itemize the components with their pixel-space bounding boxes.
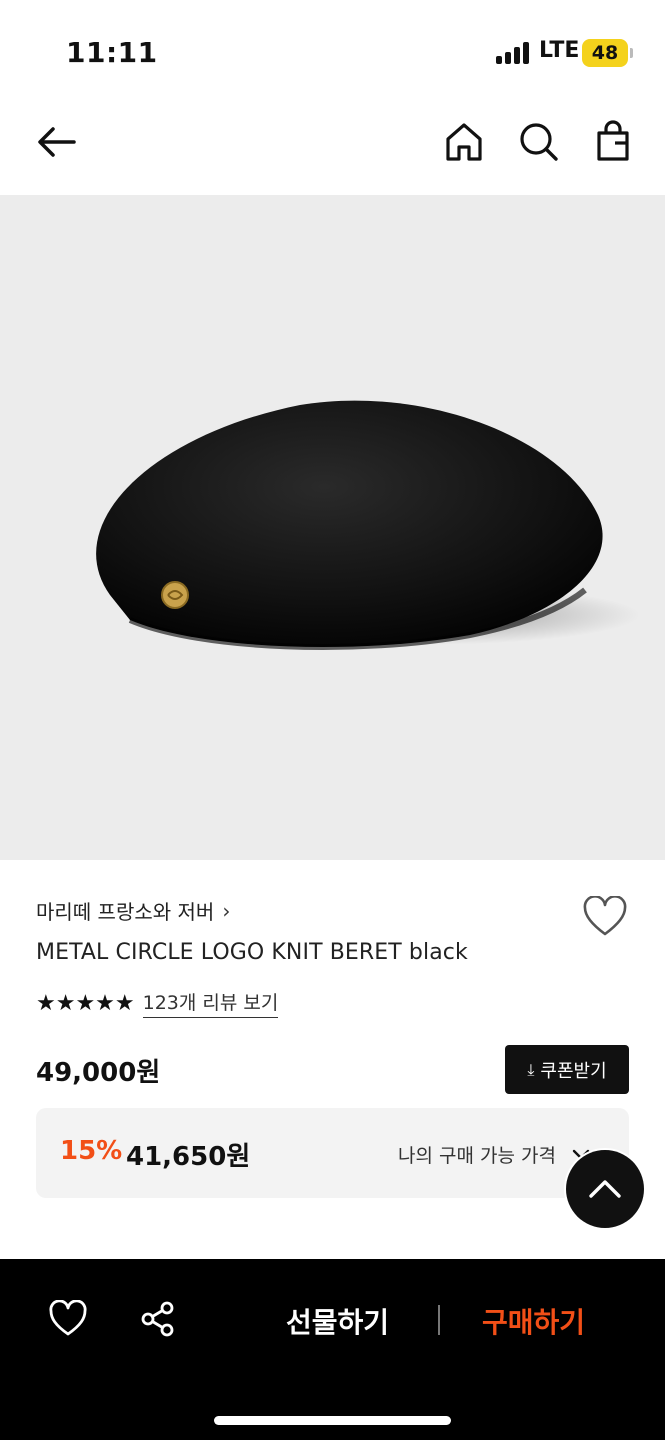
battery-icon: 48: [582, 39, 633, 67]
network-label: LTE: [539, 38, 580, 63]
beret-illustration: [96, 400, 640, 650]
like-heart-icon[interactable]: [48, 1299, 88, 1338]
status-bar: 11:11 LTE 48: [0, 0, 665, 100]
divider: [438, 1305, 440, 1335]
product-title: METAL CIRCLE LOGO KNIT BERET black: [36, 940, 468, 965]
discount-price: 41,650원: [126, 1142, 251, 1172]
gift-button[interactable]: 선물하기: [286, 1301, 389, 1341]
discount-label: 나의 구매 가능 가격: [398, 1145, 556, 1167]
discount-rate: 15%: [60, 1136, 123, 1166]
brand-link[interactable]: 마리떼 프랑소와 저버 ›: [36, 896, 230, 925]
status-time: 11:11: [66, 36, 158, 69]
coupon-button[interactable]: ⤓ 쿠폰받기: [505, 1045, 629, 1094]
discount-price-box[interactable]: 15% 41,650원 나의 구매 가능 가격: [36, 1108, 629, 1198]
chevron-right-icon: ›: [222, 898, 231, 923]
coupon-button-label: 쿠폰받기: [540, 1060, 607, 1082]
download-icon: ⤓: [527, 1059, 535, 1079]
wishlist-heart-icon[interactable]: [582, 895, 628, 938]
scroll-to-top-button[interactable]: [566, 1150, 644, 1228]
search-icon[interactable]: [516, 119, 562, 165]
home-icon[interactable]: [441, 119, 487, 165]
shopping-bag-icon[interactable]: [590, 119, 636, 165]
share-icon[interactable]: [138, 1299, 178, 1339]
brand-name: 마리떼 프랑소와 저버: [36, 900, 215, 924]
back-arrow-icon[interactable]: [34, 119, 80, 165]
review-link[interactable]: 123개 리뷰 보기: [142, 988, 279, 1018]
chevron-up-icon: [589, 1180, 621, 1198]
star-rating-icon: ★★★★★: [36, 990, 135, 1016]
rating-row: ★★★★★ 123개 리뷰 보기: [36, 988, 279, 1018]
bottom-purchase-bar: 선물하기 구매하기: [0, 1259, 665, 1440]
top-nav: [0, 100, 665, 195]
home-indicator[interactable]: [214, 1416, 451, 1425]
product-image[interactable]: [0, 195, 665, 860]
buy-button[interactable]: 구매하기: [482, 1301, 585, 1341]
signal-icon: [496, 42, 534, 64]
original-price: 49,000원: [36, 1058, 161, 1088]
